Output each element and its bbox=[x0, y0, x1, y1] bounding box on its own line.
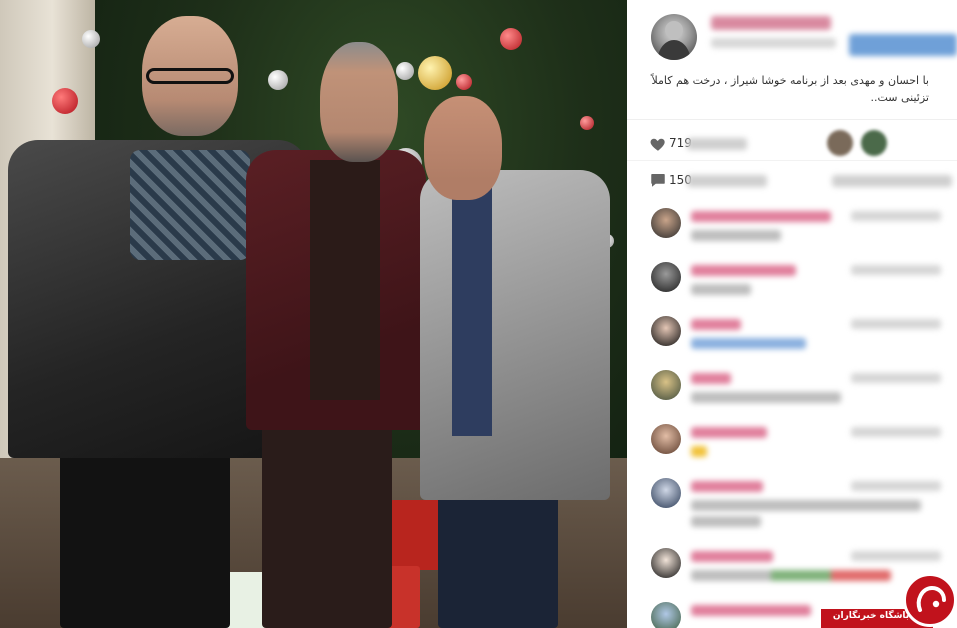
liker-avatar[interactable] bbox=[861, 130, 887, 156]
commenter-name-redacted[interactable] bbox=[691, 551, 773, 562]
comment-text-redacted bbox=[691, 570, 891, 581]
likes-row: 719 bbox=[627, 122, 957, 162]
speech-bubble-icon bbox=[651, 174, 665, 187]
comment-item bbox=[627, 306, 957, 358]
commenter-avatar[interactable] bbox=[651, 370, 681, 400]
commenter-name-redacted[interactable] bbox=[691, 265, 796, 276]
liker-avatar[interactable] bbox=[827, 130, 853, 156]
comment-time-redacted bbox=[851, 481, 941, 491]
post-header: با احسان و مهدی بعد از برنامه خوشا شیراز… bbox=[627, 0, 957, 120]
heart-icon bbox=[650, 138, 665, 151]
comment-item bbox=[627, 360, 957, 412]
comment-time-redacted bbox=[851, 265, 941, 275]
ornament bbox=[418, 56, 452, 90]
ornament bbox=[268, 70, 288, 90]
commenter-avatar[interactable] bbox=[651, 316, 681, 346]
ornament bbox=[580, 116, 594, 130]
comment-text-redacted bbox=[691, 392, 841, 403]
author-avatar[interactable] bbox=[651, 14, 697, 60]
comment-item bbox=[627, 468, 957, 538]
comment-text-redacted bbox=[691, 500, 921, 511]
commenter-avatar[interactable] bbox=[651, 424, 681, 454]
share-buttons-redacted[interactable] bbox=[849, 34, 957, 56]
show-all-comments-redacted[interactable] bbox=[832, 175, 952, 187]
comment-item bbox=[627, 252, 957, 304]
comment-text-redacted bbox=[691, 446, 707, 457]
comment-time-redacted bbox=[851, 427, 941, 437]
liker-avatars bbox=[827, 130, 897, 156]
comment-text-redacted bbox=[691, 230, 781, 241]
comment-text-redacted bbox=[691, 284, 751, 295]
post-photo bbox=[0, 0, 627, 628]
watermark-logo-mark bbox=[916, 585, 946, 612]
author-username-redacted[interactable] bbox=[711, 16, 831, 30]
commenter-avatar[interactable] bbox=[651, 262, 681, 292]
post-sidebar: با احسان و مهدی بعد از برنامه خوشا شیراز… bbox=[627, 0, 957, 628]
ornament bbox=[396, 62, 414, 80]
post-date-redacted bbox=[711, 38, 836, 48]
commenter-avatar[interactable] bbox=[651, 478, 681, 508]
watermark-logo bbox=[903, 573, 957, 627]
comment-text-redacted bbox=[691, 516, 761, 527]
comment-time-redacted bbox=[851, 211, 941, 221]
comment-time-redacted bbox=[851, 319, 941, 329]
comment-item bbox=[627, 198, 957, 250]
ornament bbox=[52, 88, 78, 114]
comment-text-redacted bbox=[691, 338, 806, 349]
commenter-name-redacted[interactable] bbox=[691, 211, 831, 222]
commenter-name-redacted[interactable] bbox=[691, 373, 731, 384]
commenter-avatar[interactable] bbox=[651, 548, 681, 578]
comments-label-redacted bbox=[687, 175, 767, 187]
ornament bbox=[82, 30, 100, 48]
post-caption: با احسان و مهدی بعد از برنامه خوشا شیراز… bbox=[651, 74, 929, 104]
author-avatar-photo bbox=[657, 21, 691, 60]
comment-time-redacted bbox=[851, 551, 941, 561]
likes-label-redacted bbox=[687, 138, 747, 150]
comment-item bbox=[627, 414, 957, 466]
comments-row: 150 bbox=[627, 160, 957, 200]
comment-time-redacted bbox=[851, 373, 941, 383]
commenter-name-redacted[interactable] bbox=[691, 427, 767, 438]
ornament bbox=[456, 74, 472, 90]
commenter-avatar[interactable] bbox=[651, 208, 681, 238]
commenter-name-redacted[interactable] bbox=[691, 605, 811, 616]
commenter-avatar[interactable] bbox=[651, 602, 681, 628]
commenter-name-redacted[interactable] bbox=[691, 319, 741, 330]
commenter-name-redacted[interactable] bbox=[691, 481, 763, 492]
ornament bbox=[500, 28, 522, 50]
